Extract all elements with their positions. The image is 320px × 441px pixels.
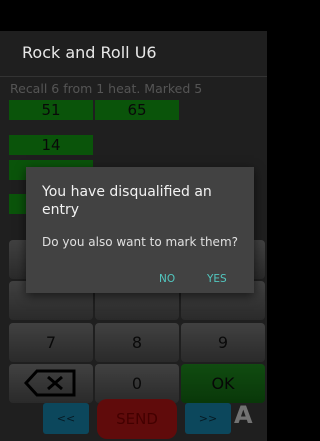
no-button[interactable]: NO <box>159 273 175 285</box>
yes-button[interactable]: YES <box>207 273 227 285</box>
dialog-message: Do you also want to mark them? <box>42 235 239 249</box>
disqualify-dialog: You have disqualified an entry Do you al… <box>26 167 254 293</box>
dialog-title: You have disqualified an entry <box>42 184 212 218</box>
page-title: Rock and Roll U6 <box>22 43 157 62</box>
app-bar: Rock and Roll U6 <box>0 31 267 77</box>
status-bar <box>0 0 267 31</box>
